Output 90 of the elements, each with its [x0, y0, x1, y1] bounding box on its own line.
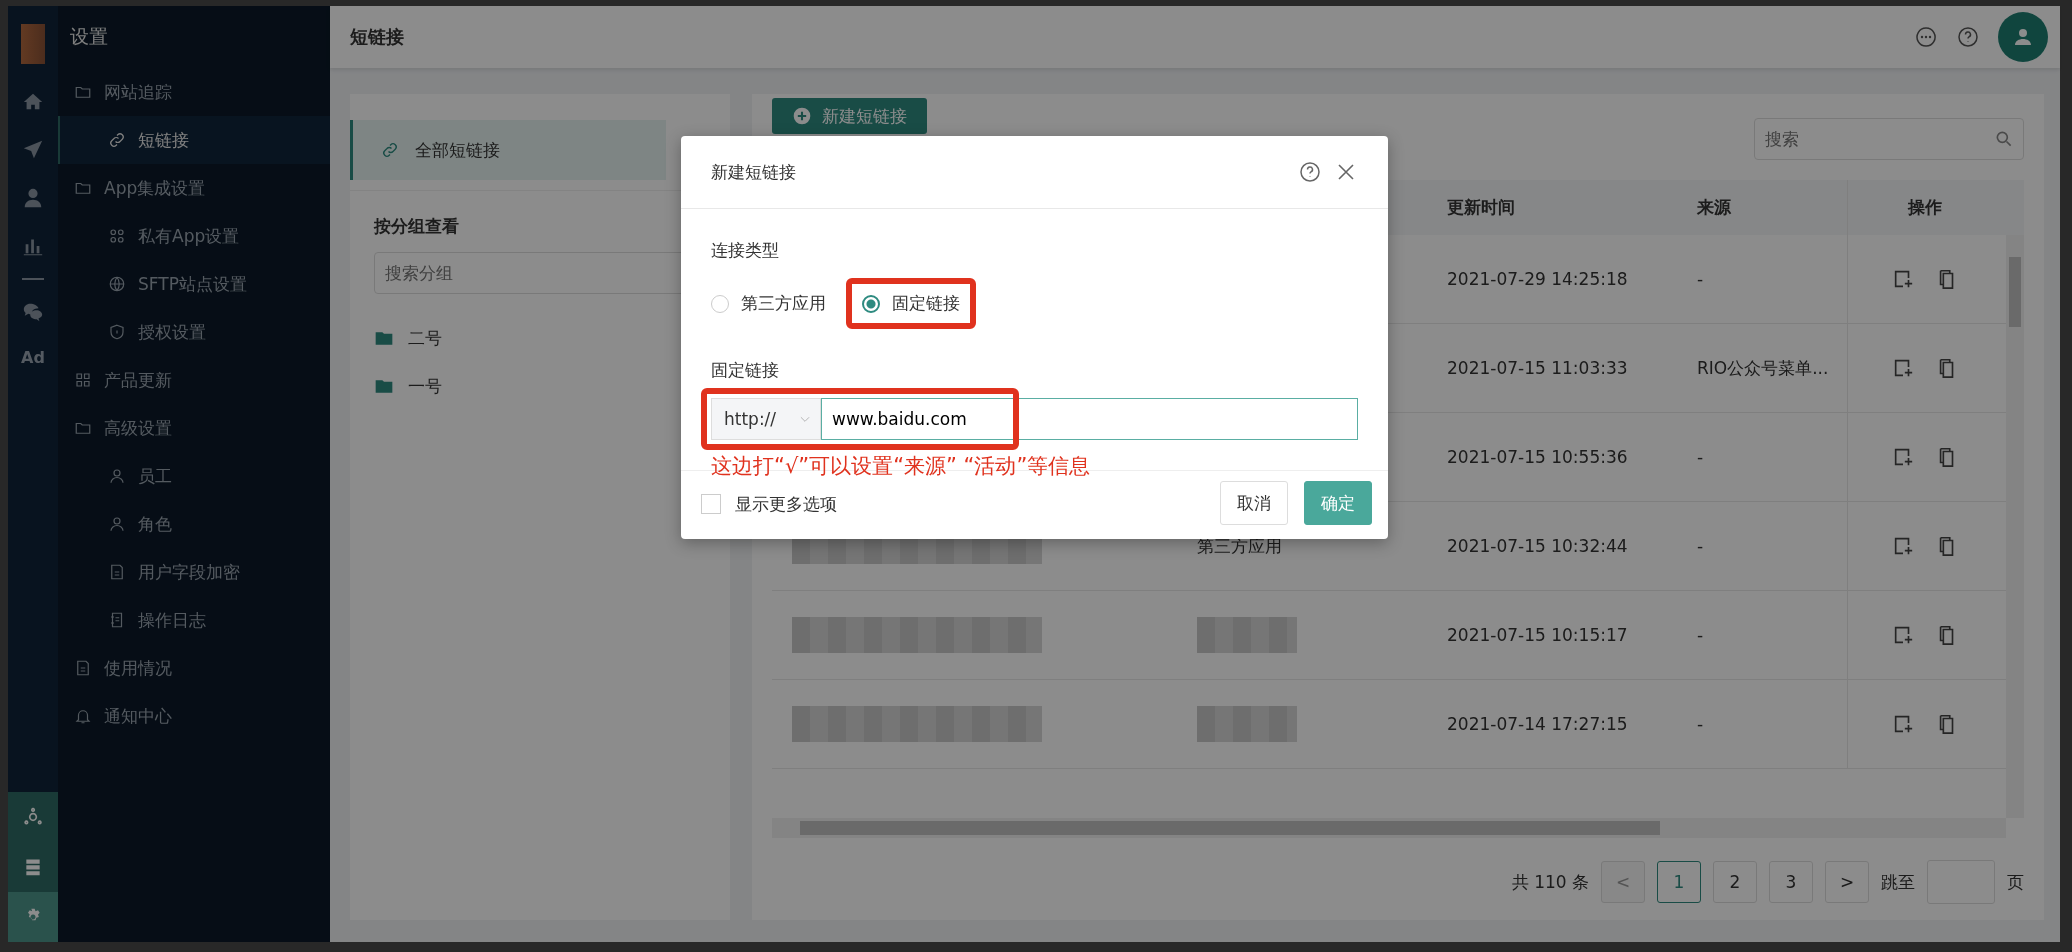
- help-icon[interactable]: [1298, 160, 1322, 184]
- table-cell: 2021-07-29 14:25:18: [1447, 269, 1628, 289]
- sidebar-item[interactable]: 操作日志: [58, 596, 330, 644]
- table-cell: 2021-07-15 11:03:33: [1447, 358, 1628, 378]
- confirm-button[interactable]: 确定: [1304, 481, 1372, 525]
- help-icon[interactable]: [1956, 25, 1980, 49]
- chat-bubbles-icon[interactable]: [22, 301, 44, 323]
- table-cell: 第三方应用: [1197, 534, 1282, 558]
- sidebar-item[interactable]: 通知中心: [58, 692, 330, 740]
- table-cell: -: [1697, 447, 1704, 467]
- table-cell: 2021-07-15 10:55:36: [1447, 447, 1628, 467]
- group-heading: 按分组查看: [374, 215, 460, 238]
- server-button[interactable]: [8, 842, 58, 892]
- url-field[interactable]: www.baidu.com: [821, 398, 1358, 440]
- search-field[interactable]: 搜索: [1754, 118, 2024, 160]
- new-link-button[interactable]: 新建短链接: [772, 98, 927, 134]
- field-label: 连接类型: [711, 239, 780, 262]
- radio-option[interactable]: 固定链接: [846, 278, 976, 329]
- protocol-select[interactable]: http://: [711, 398, 821, 440]
- sidebar-title: 设置: [69, 24, 109, 49]
- sidebar-item[interactable]: 使用情况: [58, 644, 330, 692]
- sidebar-item[interactable]: SFTP站点设置: [58, 260, 330, 308]
- four-circles-icon: [108, 227, 126, 245]
- server-icon: [23, 857, 43, 877]
- page-button[interactable]: 2: [1713, 861, 1757, 903]
- ad-label[interactable]: Ad: [21, 348, 45, 367]
- avatar[interactable]: [1998, 12, 2048, 62]
- annotation-text: 这边打“√”可以设置“来源” “活动”等信息: [711, 453, 1092, 480]
- plus-icon: [792, 106, 812, 126]
- document-icon: [74, 659, 92, 677]
- logo-icon: [21, 24, 45, 64]
- link-icon: [108, 131, 126, 149]
- settings-button[interactable]: [8, 892, 58, 942]
- bell-icon: [74, 707, 92, 725]
- grid-icon: [74, 371, 92, 389]
- page-button[interactable]: 3: [1769, 861, 1813, 903]
- table-cell: -: [1697, 625, 1704, 645]
- sidebar-item[interactable]: 高级设置: [58, 404, 330, 452]
- add-icon[interactable]: [1892, 535, 1914, 557]
- sidebar-item[interactable]: 网站追踪: [58, 68, 330, 116]
- radio-button[interactable]: [862, 294, 880, 313]
- network-icon: [23, 807, 43, 827]
- add-icon[interactable]: [1892, 446, 1914, 468]
- table-cell: 2021-07-14 17:27:15: [1447, 714, 1628, 734]
- shield-icon: [108, 323, 126, 341]
- column-header: 来源: [1696, 196, 1732, 219]
- add-icon[interactable]: [1892, 357, 1914, 379]
- globe-icon: [108, 275, 126, 293]
- total-count: 共 110 条: [1511, 870, 1589, 894]
- table-cell: -: [1697, 714, 1704, 734]
- link-icon: [381, 141, 399, 159]
- sidebar-item[interactable]: 角色: [58, 500, 330, 548]
- person-icon: [108, 467, 126, 485]
- cancel-button[interactable]: 取消: [1220, 481, 1288, 525]
- page-unit-label: 页: [2007, 870, 2024, 894]
- network-button[interactable]: [8, 792, 58, 842]
- table-cell: 2021-07-15 10:15:17: [1447, 625, 1628, 645]
- add-icon[interactable]: [1892, 268, 1914, 290]
- document-icon: [108, 563, 126, 581]
- checkbox[interactable]: [701, 494, 721, 514]
- add-icon[interactable]: [1892, 624, 1914, 646]
- sidebar-item[interactable]: 授权设置: [58, 308, 330, 356]
- search-icon: [1994, 129, 2014, 149]
- column-header: 操作: [1847, 180, 2002, 235]
- chat-icon[interactable]: [1914, 25, 1938, 49]
- column-header: 更新时间: [1446, 196, 1516, 219]
- scrollbar[interactable]: [772, 818, 2006, 838]
- person-icon: [108, 515, 126, 533]
- more-options-checkbox[interactable]: 显示更多选项: [701, 492, 837, 516]
- user-icon[interactable]: [22, 187, 44, 209]
- sidebar-item[interactable]: 用户字段加密: [58, 548, 330, 596]
- page-title: 短链接: [350, 25, 404, 49]
- sidebar-item[interactable]: 私有App设置: [58, 212, 330, 260]
- sidebar-item[interactable]: App集成设置: [58, 164, 330, 212]
- sidebar-item[interactable]: 员工: [58, 452, 330, 500]
- jump-label: 跳至: [1881, 870, 1915, 894]
- dialog-title: 新建短链接: [711, 160, 796, 184]
- all-links-item[interactable]: 全部短链接: [350, 120, 666, 180]
- next-page-button[interactable]: >: [1825, 861, 1869, 903]
- sidebar-item[interactable]: 产品更新: [58, 356, 330, 404]
- field-label: 固定链接: [711, 359, 780, 382]
- sidebar-item[interactable]: 短链接: [58, 116, 330, 164]
- add-icon[interactable]: [1892, 713, 1914, 735]
- page-button[interactable]: 1: [1657, 861, 1701, 903]
- table-cell: -: [1697, 269, 1704, 289]
- table-cell: -: [1697, 536, 1704, 556]
- table-cell: 2021-07-15 10:32:44: [1447, 536, 1628, 556]
- table-cell: RIO公众号菜单...: [1697, 356, 1829, 380]
- scrollbar[interactable]: [2006, 235, 2024, 819]
- group-item[interactable]: 一号: [374, 362, 706, 410]
